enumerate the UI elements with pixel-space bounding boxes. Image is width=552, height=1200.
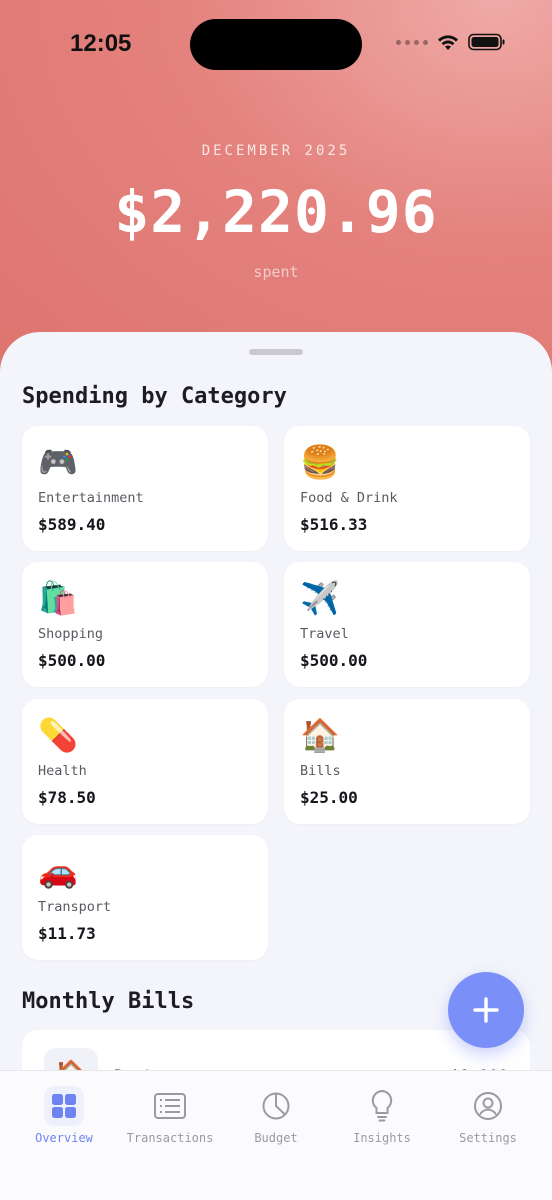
header-hero: 12:05 DECEMBER 2025 $2,220.96 spent xyxy=(0,0,552,380)
category-card-transport[interactable]: 🚗 Transport $11.73 xyxy=(22,835,268,960)
bills-section-title: Monthly Bills xyxy=(22,989,195,1014)
tab-insights[interactable]: Insights xyxy=(327,1089,437,1145)
wifi-icon xyxy=(438,35,458,50)
house-icon: 🏠 xyxy=(300,716,340,754)
list-icon xyxy=(154,1093,186,1119)
tab-bar: Overview Transactions Budget Insights Se… xyxy=(0,1070,552,1200)
category-name: Travel xyxy=(300,626,349,642)
category-name: Entertainment xyxy=(38,490,144,506)
gamepad-icon: 🎮 xyxy=(38,443,78,481)
tab-settings[interactable]: Settings xyxy=(433,1089,543,1145)
car-icon: 🚗 xyxy=(38,852,78,890)
grid-icon xyxy=(44,1086,84,1126)
status-icons xyxy=(396,33,506,51)
category-amount: $11.73 xyxy=(38,924,96,943)
burger-icon: 🍔 xyxy=(300,443,340,481)
tab-label: Insights xyxy=(353,1131,411,1145)
tab-label: Overview xyxy=(35,1131,93,1145)
tab-label: Settings xyxy=(459,1131,517,1145)
lightbulb-icon xyxy=(371,1089,393,1122)
dynamic-island xyxy=(190,19,362,70)
status-time: 12:05 xyxy=(70,30,132,57)
pie-chart-icon xyxy=(262,1092,290,1120)
category-section-title: Spending by Category xyxy=(22,384,287,409)
category-card-entertainment[interactable]: 🎮 Entertainment $589.40 xyxy=(22,426,268,551)
total-spent-amount: $2,220.96 xyxy=(114,178,438,246)
person-circle-icon xyxy=(474,1092,502,1120)
category-amount: $589.40 xyxy=(38,515,106,534)
tab-overview[interactable]: Overview xyxy=(9,1086,119,1145)
category-card-food-drink[interactable]: 🍔 Food & Drink $516.33 xyxy=(284,426,530,551)
month-label: DECEMBER 2025 xyxy=(201,143,351,159)
pill-icon: 💊 xyxy=(38,716,78,754)
status-bar: 12:05 xyxy=(0,0,552,90)
tab-label: Transactions xyxy=(126,1131,214,1145)
tab-label: Budget xyxy=(254,1131,298,1145)
airplane-icon: ✈️ xyxy=(300,579,340,617)
tab-transactions[interactable]: Transactions xyxy=(115,1089,225,1145)
category-amount: $25.00 xyxy=(300,788,358,807)
sheet-drag-handle[interactable] xyxy=(249,349,303,355)
spent-subtitle: spent xyxy=(253,263,299,281)
category-card-shopping[interactable]: 🛍️ Shopping $500.00 xyxy=(22,562,268,687)
battery-icon xyxy=(468,33,505,51)
plus-icon xyxy=(473,997,499,1023)
category-name: Health xyxy=(38,763,87,779)
category-card-travel[interactable]: ✈️ Travel $500.00 xyxy=(284,562,530,687)
category-amount: $500.00 xyxy=(300,651,368,670)
category-amount: $78.50 xyxy=(38,788,96,807)
category-card-health[interactable]: 💊 Health $78.50 xyxy=(22,699,268,824)
cellular-signal-icon xyxy=(396,39,428,45)
category-name: Shopping xyxy=(38,626,104,642)
category-amount: $516.33 xyxy=(300,515,368,534)
category-name: Bills xyxy=(300,763,341,779)
category-name: Food & Drink xyxy=(300,490,398,506)
category-card-bills[interactable]: 🏠 Bills $25.00 xyxy=(284,699,530,824)
category-amount: $500.00 xyxy=(38,651,106,670)
shopping-bags-icon: 🛍️ xyxy=(38,579,78,617)
tab-budget[interactable]: Budget xyxy=(221,1089,331,1145)
category-name: Transport xyxy=(38,899,112,915)
add-transaction-button[interactable] xyxy=(448,972,524,1048)
